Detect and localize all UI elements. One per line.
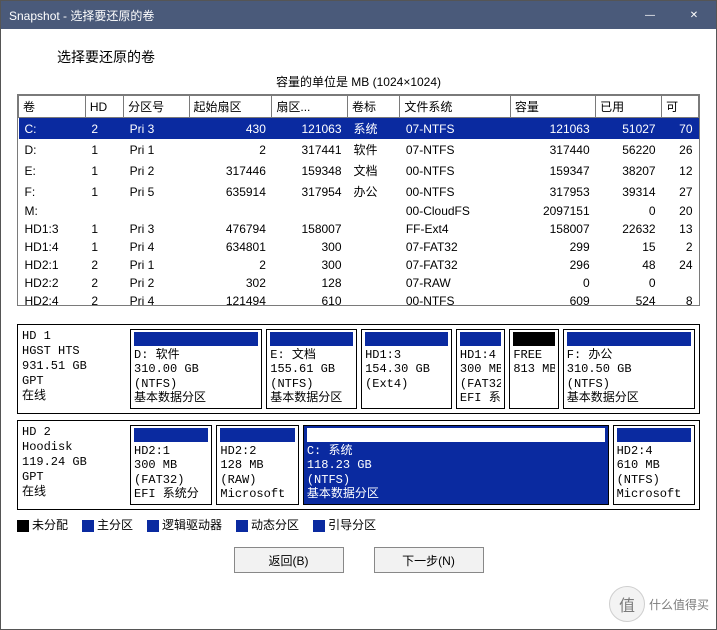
partition-block[interactable]: HD1:3154.30 GB(Ext4) [361,329,452,409]
table-row[interactable]: E:1Pri 2317446159348文档00-NTFS15934738207… [19,160,699,181]
close-button[interactable]: ✕ [672,1,716,29]
partition-bar [460,332,501,346]
table-row[interactable]: F:1Pri 5635914317954办公00-NTFS31795339314… [19,181,699,202]
partition-block[interactable]: FREE813 MB [509,329,558,409]
partition-bar [307,428,605,442]
legend-item: 动态分区 [236,516,299,533]
disk-info: HD 1 HGST HTS931.51 GBGPT在线 [18,325,126,413]
partition-bar [567,332,691,346]
partition-bar [365,332,448,346]
column-header[interactable]: 文件系统 [400,96,510,118]
column-header[interactable]: 可 [662,96,699,118]
minimize-button[interactable]: — [628,1,672,29]
legend-item: 逻辑驱动器 [147,516,222,533]
unit-note: 容量的单位是 MB (1024×1024) [17,73,700,90]
column-header[interactable]: 卷 [19,96,86,118]
legend-swatch [313,520,325,532]
column-header[interactable]: 扇区... [272,96,348,118]
partition-block[interactable]: HD1:4300 MB(FAT32EFI 系 [456,329,505,409]
legend-item: 引导分区 [313,516,376,533]
partition-block[interactable]: HD2:4610 MB(NTFS)Microsoft [613,425,695,505]
partition-bar [220,428,294,442]
disk-row: HD 2 Hoodisk119.24 GBGPT在线HD2:1300 MB(FA… [17,420,700,510]
disk-row: HD 1 HGST HTS931.51 GBGPT在线D: 软件310.00 G… [17,324,700,414]
table-row[interactable]: M:00-CloudFS2097151020 [19,202,699,220]
table-row[interactable]: D:1Pri 12317441软件07-NTFS3174405622026 [19,139,699,160]
partition-bar [617,428,691,442]
partition-block[interactable]: HD2:1300 MB(FAT32)EFI 系统分 [130,425,212,505]
disk-info: HD 2 Hoodisk119.24 GBGPT在线 [18,421,126,509]
window-title: Snapshot - 选择要还原的卷 [9,7,628,24]
partition-bar [134,332,258,346]
legend-item: 未分配 [17,516,68,533]
column-header[interactable]: 已用 [596,96,662,118]
legend-swatch [147,520,159,532]
legend-swatch [17,520,29,532]
partition-block[interactable]: E: 文档155.61 GB(NTFS)基本数据分区 [266,329,357,409]
watermark-text: 什么值得买 [649,596,709,613]
partition-block[interactable]: F: 办公310.50 GB(NTFS)基本数据分区 [563,329,695,409]
partition-bar [513,332,554,346]
partition-block[interactable]: D: 软件310.00 GB(NTFS)基本数据分区 [130,329,262,409]
column-header[interactable]: 容量 [510,96,595,118]
partition-bar [270,332,353,346]
legend-swatch [236,520,248,532]
legend-item: 主分区 [82,516,133,533]
back-button[interactable]: 返回(B) [234,547,344,573]
watermark: 值 什么值得买 [609,586,709,622]
table-row[interactable]: HD1:41Pri 463480130007-FAT32299152 [19,238,699,256]
column-header[interactable]: HD [85,96,123,118]
legend-swatch [82,520,94,532]
column-header[interactable]: 卷标 [348,96,400,118]
legend: 未分配主分区逻辑驱动器动态分区引导分区 [17,516,700,533]
partition-block[interactable]: HD2:2128 MB(RAW)Microsoft [216,425,298,505]
page-subtitle: 选择要还原的卷 [57,47,700,67]
next-button[interactable]: 下一步(N) [374,547,484,573]
watermark-badge: 值 [609,586,645,622]
table-row[interactable]: HD2:22Pri 230212807-RAW00 [19,274,699,292]
table-row[interactable]: HD2:42Pri 412149461000-NTFS6095248 [19,292,699,306]
column-header[interactable]: 分区号 [124,96,189,118]
partition-bar [134,428,208,442]
volume-table[interactable]: 卷HD分区号起始扇区扇区...卷标文件系统容量已用可C:2Pri 3430121… [17,94,700,306]
table-row[interactable]: HD1:31Pri 3476794158007FF-Ext41580072263… [19,220,699,238]
column-header[interactable]: 起始扇区 [189,96,272,118]
titlebar: Snapshot - 选择要还原的卷 — ✕ [1,1,716,29]
table-row[interactable]: C:2Pri 3430121063系统07-NTFS1210635102770 [19,118,699,140]
disk-map: HD 1 HGST HTS931.51 GBGPT在线D: 软件310.00 G… [17,324,700,510]
table-row[interactable]: HD2:12Pri 1230007-FAT322964824 [19,256,699,274]
partition-block[interactable]: C: 系统118.23 GB(NTFS)基本数据分区 [303,425,609,505]
